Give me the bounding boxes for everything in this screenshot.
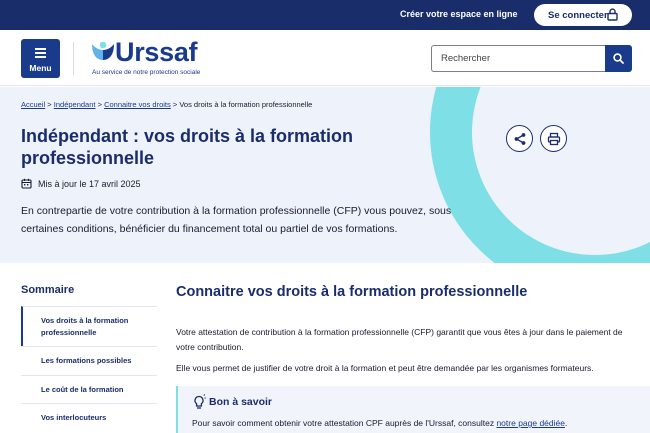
search-icon [613, 53, 624, 64]
lock-icon [607, 8, 618, 21]
callout-text: Pour savoir comment obtenir votre attest… [192, 418, 567, 428]
callout-text-before: Pour savoir comment obtenir votre attest… [192, 418, 497, 428]
logo-tagline: Au service de notre protection sociale [92, 69, 201, 76]
breadcrumb-item-connaitre[interactable]: Connaitre vos droits [104, 100, 171, 109]
lightbulb-icon [194, 394, 206, 409]
toc-item-interlocuteurs[interactable]: Vos interlocuteurs [21, 403, 157, 432]
logo-wordmark: Urssaf [115, 37, 198, 67]
search-button[interactable] [605, 45, 632, 72]
paragraph-justifier: Elle vous permet de justifier de votre d… [176, 363, 594, 373]
breadcrumb: Accueil > Indépendant > Connaitre vos dr… [21, 100, 312, 109]
breadcrumb-current: Vos droits à la formation professionnell… [179, 100, 313, 109]
section-heading: Connaitre vos droits à la formation prof… [176, 284, 528, 300]
menu-icon [35, 48, 46, 60]
toc-item-formations[interactable]: Les formations possibles [21, 346, 157, 375]
top-bar: Créer votre espace en ligne Se connecter [0, 0, 650, 30]
callout-title: Bon à savoir [209, 396, 273, 408]
intro-paragraph: En contrepartie de votre contribution à … [21, 205, 452, 235]
calendar-icon [21, 178, 32, 189]
paragraph-attestation: Votre attestation de contribution à la f… [176, 327, 623, 352]
create-space-link[interactable]: Créer votre espace en ligne [400, 9, 518, 19]
toc-item-droits[interactable]: Vos droits à la formation professionnell… [21, 306, 157, 346]
menu-label: Menu [29, 63, 52, 73]
print-button[interactable] [540, 125, 567, 152]
dedicated-page-link[interactable]: notre page dédiée [496, 418, 565, 428]
update-date-text: Mis à jour le 17 avril 2025 [38, 179, 141, 189]
page-title: Indépendant : vos droits à la formation … [21, 126, 354, 168]
login-button[interactable]: Se connecter [534, 4, 632, 26]
header-divider [73, 42, 74, 75]
bon-a-savoir-callout: Bon à savoir Pour savoir comment obtenir… [176, 386, 650, 433]
callout-text-after: . [564, 418, 568, 428]
hero-section: Accueil > Indépendant > Connaitre vos dr… [0, 87, 650, 263]
toc-item-cout[interactable]: Le coût de la formation [21, 374, 157, 404]
sommaire-title: Sommaire [21, 284, 75, 296]
breadcrumb-item-independant[interactable]: Indépendant [54, 100, 96, 109]
breadcrumb-separator: > [97, 100, 102, 109]
menu-button[interactable]: Menu [21, 39, 60, 78]
search-input[interactable] [431, 45, 606, 72]
site-header: Menu Urssaf Au service de notre protecti… [0, 30, 650, 86]
share-icon [514, 133, 526, 145]
breadcrumb-separator: > [47, 100, 52, 109]
breadcrumb-separator: > [172, 100, 178, 109]
share-button[interactable] [506, 125, 533, 152]
print-icon [547, 132, 561, 146]
callout-accent-bar [176, 386, 178, 433]
login-label: Se connecter [548, 9, 608, 21]
breadcrumb-item-accueil[interactable]: Accueil [21, 100, 45, 109]
urssaf-logo-icon [92, 41, 114, 60]
table-of-contents: Vos droits à la formation professionnell… [21, 306, 157, 432]
